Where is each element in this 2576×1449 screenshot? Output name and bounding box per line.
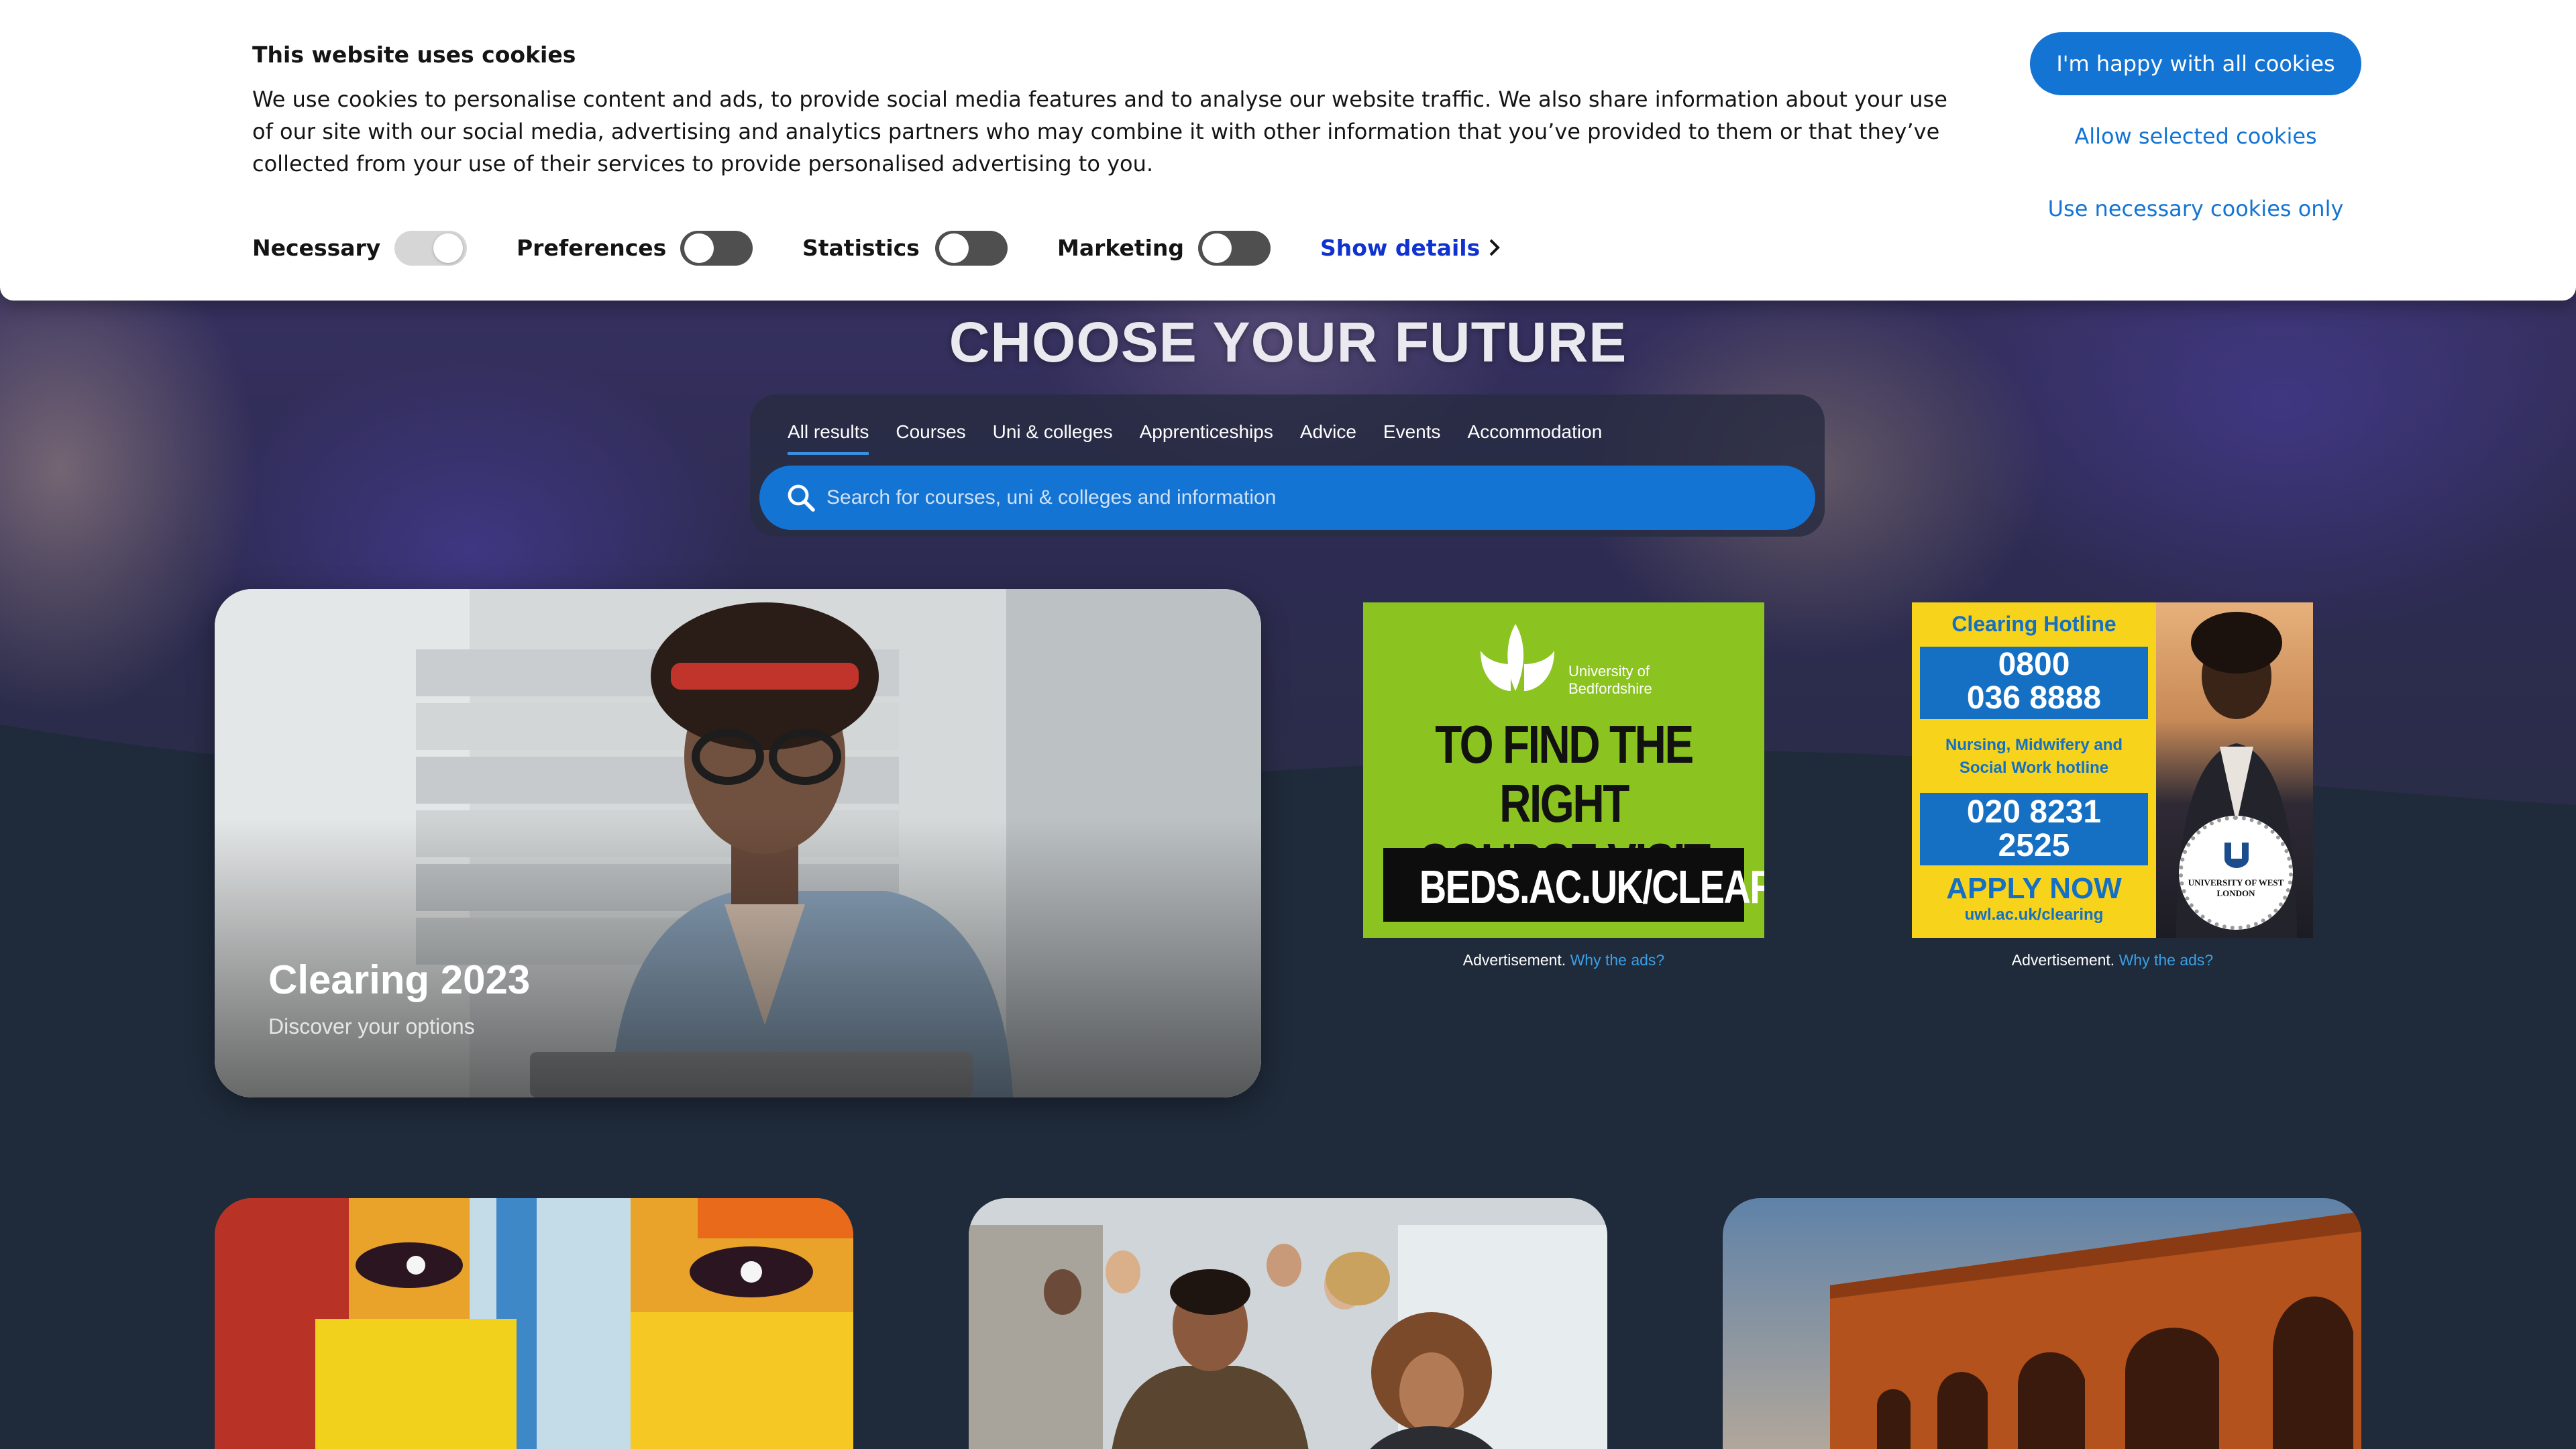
cookie-banner-title: This website uses cookies xyxy=(252,42,576,68)
uwl-apply-now: APPLY NOW xyxy=(1946,872,2122,905)
chevron-right-icon[interactable] xyxy=(1485,237,1503,258)
article-card-viaduct[interactable] xyxy=(1723,1198,2361,1449)
ad-caption-bedfordshire: Advertisement. Why the ads? xyxy=(1462,951,1665,969)
article-card-art-image xyxy=(215,1198,853,1449)
accept-all-cookies-button[interactable]: I'm happy with all cookies xyxy=(2030,32,2361,95)
marketing-toggle[interactable] xyxy=(1198,231,1271,266)
tab-apprenticeships[interactable]: Apprenticeships xyxy=(1140,421,1273,455)
article-card-students-image xyxy=(969,1198,1607,1449)
bedfordshire-url-box: BEDS.AC.UK/CLEARING xyxy=(1383,848,1764,922)
clearing-feature-card[interactable]: Clearing 2023 Discover your options xyxy=(215,589,1261,1097)
why-the-ads-link[interactable]: Why the ads? xyxy=(2119,951,2214,969)
tab-uni-colleges[interactable]: Uni & colleges xyxy=(993,421,1113,455)
allow-selected-cookies-button[interactable]: Allow selected cookies xyxy=(2006,113,2385,160)
tab-accommodation[interactable]: Accommodation xyxy=(1468,421,1603,455)
toggle-label-preferences: Preferences xyxy=(517,235,667,261)
toggle-label-necessary: Necessary xyxy=(252,235,381,261)
uwl-seal-icon: UNIVERSITY OF WEST LONDON xyxy=(2179,816,2293,930)
tab-advice[interactable]: Advice xyxy=(1300,421,1356,455)
search-icon[interactable] xyxy=(785,482,817,514)
statistics-toggle[interactable] xyxy=(935,231,1008,266)
uwl-hotline-label: Clearing Hotline xyxy=(1951,612,2116,636)
search-box[interactable] xyxy=(759,466,1815,530)
why-the-ads-link[interactable]: Why the ads? xyxy=(1570,951,1665,969)
tab-courses[interactable]: Courses xyxy=(896,421,965,455)
toggle-label-marketing: Marketing xyxy=(1057,235,1185,261)
article-card-viaduct-image xyxy=(1723,1198,2361,1449)
bedfordshire-logo-icon xyxy=(1481,624,1554,691)
article-card-art[interactable] xyxy=(215,1198,853,1449)
tab-events[interactable]: Events xyxy=(1383,421,1441,455)
hero-title: CHOOSE YOUR FUTURE xyxy=(949,311,1627,374)
search-panel: All results Courses Uni & colleges Appre… xyxy=(750,394,1825,537)
article-card-students[interactable] xyxy=(969,1198,1607,1449)
tab-all-results[interactable]: All results xyxy=(788,421,869,455)
toggle-label-statistics: Statistics xyxy=(802,235,920,261)
bedfordshire-university-name: University of Bedfordshire xyxy=(1568,663,1652,697)
necessary-toggle xyxy=(394,231,467,266)
bedfordshire-url: BEDS.AC.UK/CLEARING xyxy=(1419,861,1764,913)
uwl-panel: Clearing Hotline 0800 036 8888 Nursing, … xyxy=(1912,602,2156,938)
preferences-toggle[interactable] xyxy=(680,231,753,266)
necessary-cookies-only-button[interactable]: Use necessary cookies only xyxy=(2006,185,2385,232)
uwl-nursing-number: 020 8231 2525 xyxy=(1966,794,2102,863)
show-details-link[interactable]: Show details xyxy=(1320,235,1480,261)
ad-west-london[interactable]: Clearing Hotline 0800 036 8888 Nursing, … xyxy=(1912,602,2313,938)
feature-card-subtitle: Discover your options xyxy=(268,1014,475,1038)
ad-caption-west-london: Advertisement. Why the ads? xyxy=(2011,951,2214,969)
cookie-banner-text: We use cookies to personalise content an… xyxy=(252,87,1947,176)
search-tabs: All results Courses Uni & colleges Appre… xyxy=(788,421,1602,455)
feature-card-title: Clearing 2023 xyxy=(268,957,531,1002)
uwl-hotline-number: 0800 036 8888 xyxy=(1966,647,2102,716)
uwl-photo: UNIVERSITY OF WEST LONDON xyxy=(2156,602,2313,938)
uwl-url: uwl.ac.uk/clearing xyxy=(1964,906,2104,924)
search-input[interactable] xyxy=(826,479,1779,517)
cookie-banner: This website uses cookies We use cookies… xyxy=(0,0,2576,301)
uwl-nursing-label: Nursing, Midwifery and Social Work hotli… xyxy=(1945,736,2123,777)
ad-bedfordshire[interactable]: University of Bedfordshire TO FIND THE R… xyxy=(1363,602,1764,938)
